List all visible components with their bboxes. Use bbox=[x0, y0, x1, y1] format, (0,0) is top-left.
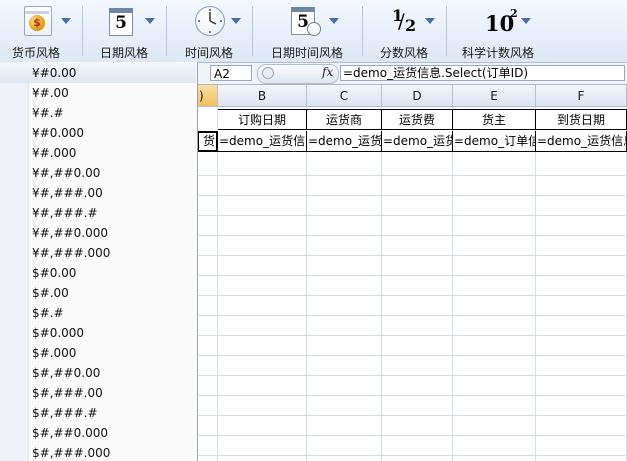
menu-item[interactable]: ¥#,##0.00 bbox=[0, 163, 196, 183]
menu-item[interactable]: ¥#,###.000 bbox=[0, 243, 196, 263]
calendar-clock-icon: 5 bbox=[291, 6, 321, 36]
datetime-style-label: 日期时间风格 bbox=[270, 46, 343, 60]
grid-line bbox=[381, 107, 382, 461]
column-header-c[interactable]: C bbox=[307, 85, 382, 107]
menu-item[interactable]: $#.000 bbox=[0, 343, 196, 363]
cell-e1[interactable]: 货主 bbox=[453, 109, 536, 130]
name-box[interactable]: A2 bbox=[210, 65, 252, 81]
menu-item[interactable]: ¥#.00 bbox=[0, 83, 196, 103]
menu-item[interactable]: $#,###.00 bbox=[0, 383, 196, 403]
grid-line bbox=[535, 107, 536, 461]
fx-icon[interactable]: fx bbox=[322, 65, 333, 79]
chevron-down-icon[interactable] bbox=[145, 18, 155, 24]
clock-icon bbox=[195, 6, 225, 36]
grid-line bbox=[452, 107, 453, 461]
spreadsheet-grid: ) B C D E F 订购日期 运货商 运货费 货主 到货日期 货 =demo… bbox=[197, 85, 627, 461]
column-header-d[interactable]: D bbox=[382, 85, 453, 107]
scientific-style-label: 科学计数风格 bbox=[461, 46, 534, 60]
menu-item[interactable]: $#.00 bbox=[0, 283, 196, 303]
cell-d1[interactable]: 运货费 bbox=[382, 109, 453, 130]
grid-line bbox=[306, 107, 307, 461]
cell-e2[interactable]: =demo_订单信息 bbox=[453, 131, 536, 152]
grid-line bbox=[197, 275, 627, 276]
menu-item[interactable]: ¥#,###.00 bbox=[0, 183, 196, 203]
grid-line bbox=[197, 395, 627, 396]
column-header-e[interactable]: E bbox=[453, 85, 536, 107]
grid-line bbox=[197, 195, 627, 196]
chevron-down-icon[interactable] bbox=[231, 18, 241, 24]
formula-bar: A2 fx =demo_运货信息.Select(订单ID) bbox=[197, 63, 627, 85]
fraction-style-label: 分数风格 bbox=[379, 46, 428, 60]
menu-item[interactable]: $#.# bbox=[0, 303, 196, 323]
grid-line bbox=[217, 107, 218, 461]
date-style-label: 日期风格 bbox=[99, 46, 148, 60]
grid-line bbox=[197, 215, 627, 216]
grid-line bbox=[197, 435, 627, 436]
time-style-button[interactable]: 时间风格 bbox=[167, 0, 251, 62]
grid-line bbox=[197, 315, 627, 316]
menu-item[interactable]: $#0.000 bbox=[0, 323, 196, 343]
cell-c1[interactable]: 运货商 bbox=[307, 109, 382, 130]
menu-item[interactable]: ¥#.000 bbox=[0, 143, 196, 163]
grid-line bbox=[197, 415, 627, 416]
cell-c2[interactable]: =demo_运货信 bbox=[307, 131, 382, 152]
currency-icon: $ bbox=[24, 6, 52, 36]
fraction-style-button[interactable]: 1 / 2 分数风格 bbox=[363, 0, 445, 62]
menu-item[interactable]: ¥#,##0.000 bbox=[0, 223, 196, 243]
grid-line bbox=[197, 255, 627, 256]
cell-b2[interactable]: =demo_运货信息 bbox=[218, 131, 307, 152]
grid-line bbox=[197, 455, 627, 456]
grid-line bbox=[197, 295, 627, 296]
menu-item[interactable]: $#,###.# bbox=[0, 403, 196, 423]
chevron-down-icon[interactable] bbox=[329, 18, 339, 24]
grid-line bbox=[197, 375, 627, 376]
cell-b1[interactable]: 订购日期 bbox=[218, 109, 307, 130]
scientific-notation-icon: 10 2 bbox=[485, 7, 518, 36]
menu-item[interactable]: ¥#,###.# bbox=[0, 203, 196, 223]
column-header-b[interactable]: B bbox=[218, 85, 307, 107]
cell-d2[interactable]: =demo_运货信 bbox=[382, 131, 453, 152]
calendar-icon: 5 bbox=[109, 6, 133, 36]
menu-item[interactable]: $#0.00 bbox=[0, 263, 196, 283]
grid-line bbox=[197, 175, 627, 176]
chevron-down-icon[interactable] bbox=[521, 18, 531, 24]
date-style-button[interactable]: 5 日期风格 bbox=[83, 0, 165, 62]
column-header-f[interactable]: F bbox=[536, 85, 627, 107]
currency-style-button[interactable]: $ 货币风格 bbox=[0, 0, 82, 62]
fraction-icon: 1 / 2 bbox=[392, 6, 417, 35]
cell-a2-selected[interactable]: 货 bbox=[197, 131, 218, 152]
datetime-style-button[interactable]: 5 日期时间风格 bbox=[253, 0, 361, 62]
cancel-icon[interactable] bbox=[261, 66, 275, 80]
grid-line bbox=[197, 235, 627, 236]
formula-bar-controls: fx bbox=[257, 64, 339, 84]
menu-item[interactable]: $#,##0.00 bbox=[0, 363, 196, 383]
format-ribbon: $ 货币风格 5 日期风格 时间风格 5 日期时间风格 1 / 2 分数风格 1… bbox=[0, 0, 627, 63]
currency-style-label: 货币风格 bbox=[11, 46, 60, 60]
menu-item[interactable]: ¥#0.00 bbox=[0, 63, 196, 83]
menu-item[interactable]: ¥#.# bbox=[0, 103, 196, 123]
cell-f2[interactable]: =demo_运货信息 bbox=[536, 131, 627, 152]
currency-format-dropdown: ¥#0.00 ¥#.00 ¥#.# ¥#0.000 ¥#.000 ¥#,##0.… bbox=[0, 62, 198, 461]
chevron-down-icon[interactable] bbox=[425, 18, 435, 24]
cell-f1[interactable]: 到货日期 bbox=[536, 109, 627, 130]
column-header-a[interactable]: ) bbox=[197, 85, 218, 107]
grid-line bbox=[197, 355, 627, 356]
menu-item[interactable]: $#,###.000 bbox=[0, 443, 196, 461]
menu-item[interactable]: $#,##0.000 bbox=[0, 423, 196, 443]
menu-item[interactable]: ¥#0.000 bbox=[0, 123, 196, 143]
scientific-style-button[interactable]: 10 2 科学计数风格 bbox=[447, 0, 549, 62]
formula-input[interactable]: =demo_运货信息.Select(订单ID) bbox=[340, 65, 625, 81]
chevron-down-icon[interactable] bbox=[61, 18, 71, 24]
grid-line bbox=[197, 335, 627, 336]
time-style-label: 时间风格 bbox=[184, 46, 233, 60]
